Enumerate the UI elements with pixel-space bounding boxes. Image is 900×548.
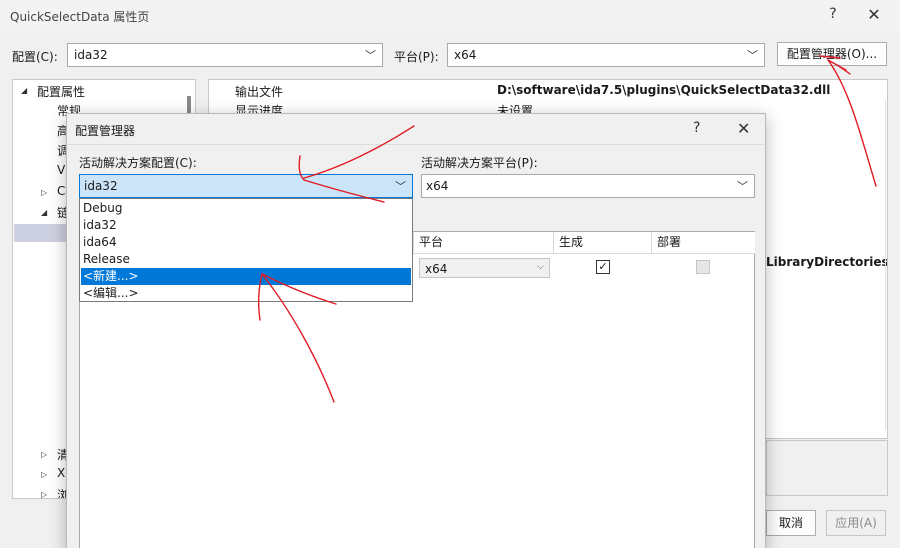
config-dropdown-list[interactable]: Debug ida32 ida64 Release <新建...> <编辑...… <box>79 198 413 302</box>
platform-combo-value: x64 <box>454 48 477 62</box>
chevron-down-icon: ﹀ <box>747 49 758 62</box>
tree-expand-icon[interactable]: ▷ <box>41 470 47 479</box>
window-title: QuickSelectData 属性页 <box>10 10 150 24</box>
tree-expand-icon[interactable]: ▷ <box>41 450 47 459</box>
dropdown-option-release[interactable]: Release <box>81 251 411 268</box>
divider <box>67 144 765 145</box>
config-manager-button[interactable]: 配置管理器(O)... <box>777 42 887 66</box>
config-label: 配置(C): <box>12 50 58 64</box>
help-icon[interactable]: ? <box>826 6 840 22</box>
dropdown-option-debug[interactable]: Debug <box>81 200 411 217</box>
description-panel <box>766 440 888 496</box>
chevron-down-icon: ⌵ <box>537 262 544 272</box>
help-icon[interactable]: ? <box>693 120 700 136</box>
platform-combo[interactable]: x64 ﹀ <box>447 43 765 67</box>
close-icon[interactable]: ✕ <box>866 5 882 24</box>
active-platform-value: x64 <box>426 179 449 193</box>
tree-expand-icon[interactable]: ◢ <box>21 86 27 95</box>
cancel-button[interactable]: 取消 <box>766 510 816 536</box>
prop-value-library-directories[interactable]: LibraryDirectories) <box>766 255 887 269</box>
chevron-down-icon: ﹀ <box>737 180 748 193</box>
tree-item-c[interactable]: C <box>57 184 65 198</box>
tree-expand-icon[interactable]: ▷ <box>41 188 47 197</box>
platform-label: 平台(P): <box>394 50 439 64</box>
column-header-platform[interactable]: 平台 <box>414 232 554 254</box>
grid-divider <box>885 100 886 430</box>
tree-expand-icon[interactable]: ▷ <box>41 490 47 498</box>
row-deploy-checkbox[interactable] <box>696 260 710 274</box>
active-platform-combo[interactable]: x64 ﹀ <box>421 174 755 198</box>
row-build-checkbox[interactable]: ✓ <box>596 260 610 274</box>
dropdown-option-ida32[interactable]: ida32 <box>81 217 411 234</box>
tree-item-xml[interactable]: X <box>57 466 65 480</box>
active-config-value: ida32 <box>84 179 118 193</box>
chevron-down-icon: ﹀ <box>365 49 376 62</box>
active-config-combo[interactable]: ida32 ﹀ <box>79 174 413 198</box>
row-platform-select[interactable]: x64 ⌵ <box>419 258 550 278</box>
tree-expand-icon[interactable]: ◢ <box>41 208 47 217</box>
dropdown-option-new[interactable]: <新建...> <box>81 268 411 285</box>
tree-item-vc[interactable]: V <box>57 163 65 177</box>
config-combo-value: ida32 <box>74 48 108 62</box>
config-manager-title: 配置管理器 <box>75 124 136 138</box>
column-header-build[interactable]: 生成 <box>554 232 652 254</box>
dropdown-option-ida64[interactable]: ida64 <box>81 234 411 251</box>
apply-button[interactable]: 应用(A) <box>826 510 886 536</box>
prop-name-output-file[interactable]: 输出文件 <box>235 83 283 100</box>
close-icon[interactable]: ✕ <box>737 119 750 138</box>
active-platform-label: 活动解决方案平台(P): <box>421 156 538 170</box>
config-manager-dialog: 配置管理器 ? ✕ 活动解决方案配置(C): 活动解决方案平台(P): ida3… <box>66 113 766 548</box>
prop-value-output-file[interactable]: D:\software\ida7.5\plugins\QuickSelectDa… <box>497 83 830 97</box>
active-config-label: 活动解决方案配置(C): <box>79 156 197 170</box>
dropdown-option-edit[interactable]: <编辑...> <box>81 285 411 302</box>
config-combo[interactable]: ida32 ﹀ <box>67 43 383 67</box>
chevron-down-icon: ﹀ <box>395 180 406 193</box>
row-platform-value: x64 <box>425 262 448 276</box>
column-header-deploy[interactable]: 部署 <box>652 232 755 254</box>
tree-item-config-properties[interactable]: 配置属性 <box>37 83 85 100</box>
